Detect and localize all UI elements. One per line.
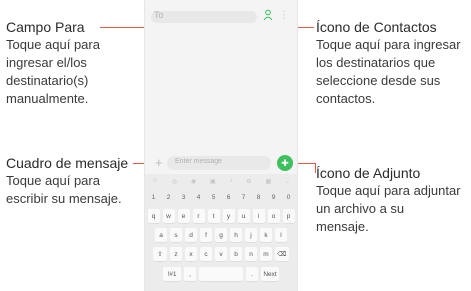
contacts-icon[interactable] xyxy=(263,9,273,21)
number-row: 1 2 3 4 5 6 7 8 9 0 xyxy=(145,190,297,204)
attach-plus-icon[interactable]: + xyxy=(155,155,163,171)
key[interactable]: l xyxy=(275,228,287,242)
key[interactable]: u xyxy=(237,209,250,223)
key[interactable]: 6 xyxy=(223,190,235,204)
attach-button[interactable]: ✚ xyxy=(277,155,293,171)
key[interactable]: 4 xyxy=(193,190,205,204)
key[interactable]: i xyxy=(252,209,265,223)
key[interactable]: 1 xyxy=(148,190,160,204)
key[interactable]: b xyxy=(230,247,242,261)
key-row-3: ⇧ z x c v b n m ⌫ xyxy=(145,247,297,261)
annotation-line: Toque aquí para ingresar xyxy=(316,37,461,52)
to-field[interactable] xyxy=(151,11,257,23)
key[interactable]: g xyxy=(215,228,227,242)
key[interactable]: x xyxy=(185,247,197,261)
annotation-line: Toque aquí para xyxy=(6,37,100,52)
layout-icon[interactable]: ▦ xyxy=(265,178,271,185)
comma-key[interactable]: , xyxy=(184,267,196,281)
period-key[interactable]: . xyxy=(246,267,258,281)
annotation-line: los destinatarios que xyxy=(316,55,436,70)
annotation-title: Ícono de Contactos xyxy=(316,19,437,35)
key[interactable]: p xyxy=(282,209,295,223)
annotation-line: destinatario(s) xyxy=(6,73,89,88)
key[interactable]: z xyxy=(170,247,182,261)
space-key[interactable] xyxy=(199,267,243,281)
annotation-line: contactos. xyxy=(316,91,376,106)
key[interactable]: o xyxy=(267,209,280,223)
attach-icon-annotation: Ícono de Adjunto Toque aquí para adjunta… xyxy=(316,164,471,236)
keyboard-toolbar: ☺ ◎ ◉ ▣ ♪ ⚙ ▦ ⌄ xyxy=(145,174,297,188)
key[interactable]: w xyxy=(162,209,175,223)
key[interactable]: m xyxy=(260,247,272,261)
keyboard: ☺ ◎ ◉ ▣ ♪ ⚙ ▦ ⌄ 1 2 3 4 5 6 7 8 9 0 q w … xyxy=(145,174,297,291)
annotation-title: Ícono de Adjunto xyxy=(316,165,421,181)
key[interactable]: r xyxy=(192,209,205,223)
key[interactable]: 5 xyxy=(208,190,220,204)
key[interactable]: h xyxy=(230,228,242,242)
phone-screen: To ⋮ + Enter message ✚ ☺ ◎ ◉ ▣ ♪ ⚙ ▦ ⌄ 1… xyxy=(144,0,298,291)
chevron-down-icon[interactable]: ⌄ xyxy=(285,178,290,185)
annotation-line: manualmente. xyxy=(6,91,89,106)
settings-icon[interactable]: ⚙ xyxy=(246,178,251,185)
message-bar: + Enter message ✚ xyxy=(149,155,293,171)
annotation-line: seleccione desde sus xyxy=(316,73,441,88)
callout-line xyxy=(315,163,316,173)
key[interactable]: y xyxy=(222,209,235,223)
key[interactable]: t xyxy=(207,209,220,223)
key[interactable]: 7 xyxy=(238,190,250,204)
key[interactable]: 9 xyxy=(268,190,280,204)
key[interactable]: 2 xyxy=(163,190,175,204)
backspace-key[interactable]: ⌫ xyxy=(275,247,289,261)
key[interactable]: k xyxy=(260,228,272,242)
annotation-line: un archivo a su xyxy=(316,201,405,216)
annotation-line: Toque aquí para adjuntar xyxy=(316,183,461,198)
key-row-1: q w e r t y u i o p xyxy=(145,209,297,223)
key[interactable]: f xyxy=(200,228,212,242)
symbols-key[interactable]: !#1 xyxy=(163,267,181,281)
clipboard-icon[interactable]: ▣ xyxy=(210,178,216,185)
key[interactable]: v xyxy=(215,247,227,261)
shift-key[interactable]: ⇧ xyxy=(153,247,167,261)
gif-icon[interactable]: ◉ xyxy=(191,178,196,185)
annotation-line: escribir su mensaje. xyxy=(6,191,122,206)
annotation-line: mensaje. xyxy=(316,219,369,234)
contacts-icon-annotation: Ícono de Contactos Toque aquí para ingre… xyxy=(316,18,471,108)
key-row-bottom: !#1 , . Next xyxy=(145,267,297,281)
to-field-label: To xyxy=(154,10,164,20)
sticker-icon[interactable]: ◎ xyxy=(172,178,177,185)
message-box-annotation: Cuadro de mensaje Toque aquí para escrib… xyxy=(6,154,146,208)
key-row-2: a s d f g h j k l xyxy=(145,228,297,242)
more-options-icon[interactable]: ⋮ xyxy=(279,10,289,22)
key[interactable]: a xyxy=(155,228,167,242)
key[interactable]: q xyxy=(147,209,160,223)
key[interactable]: e xyxy=(177,209,190,223)
key[interactable]: 0 xyxy=(283,190,295,204)
emoji-icon[interactable]: ☺ xyxy=(152,178,158,184)
next-key[interactable]: Next xyxy=(261,267,279,281)
annotation-line: ingresar el/los xyxy=(6,55,87,70)
key[interactable]: 3 xyxy=(178,190,190,204)
mic-icon[interactable]: ♪ xyxy=(229,178,232,184)
key[interactable]: c xyxy=(200,247,212,261)
attach-icon: ✚ xyxy=(281,158,289,168)
key[interactable]: 8 xyxy=(253,190,265,204)
annotation-line: Toque aquí para xyxy=(6,173,100,188)
to-field-annotation: Campo Para Toque aquí para ingresar el/l… xyxy=(6,18,136,108)
annotation-title: Cuadro de mensaje xyxy=(6,155,129,171)
key[interactable]: d xyxy=(185,228,197,242)
key[interactable]: n xyxy=(245,247,257,261)
message-placeholder: Enter message xyxy=(175,158,223,165)
key[interactable]: j xyxy=(245,228,257,242)
key[interactable]: s xyxy=(170,228,182,242)
